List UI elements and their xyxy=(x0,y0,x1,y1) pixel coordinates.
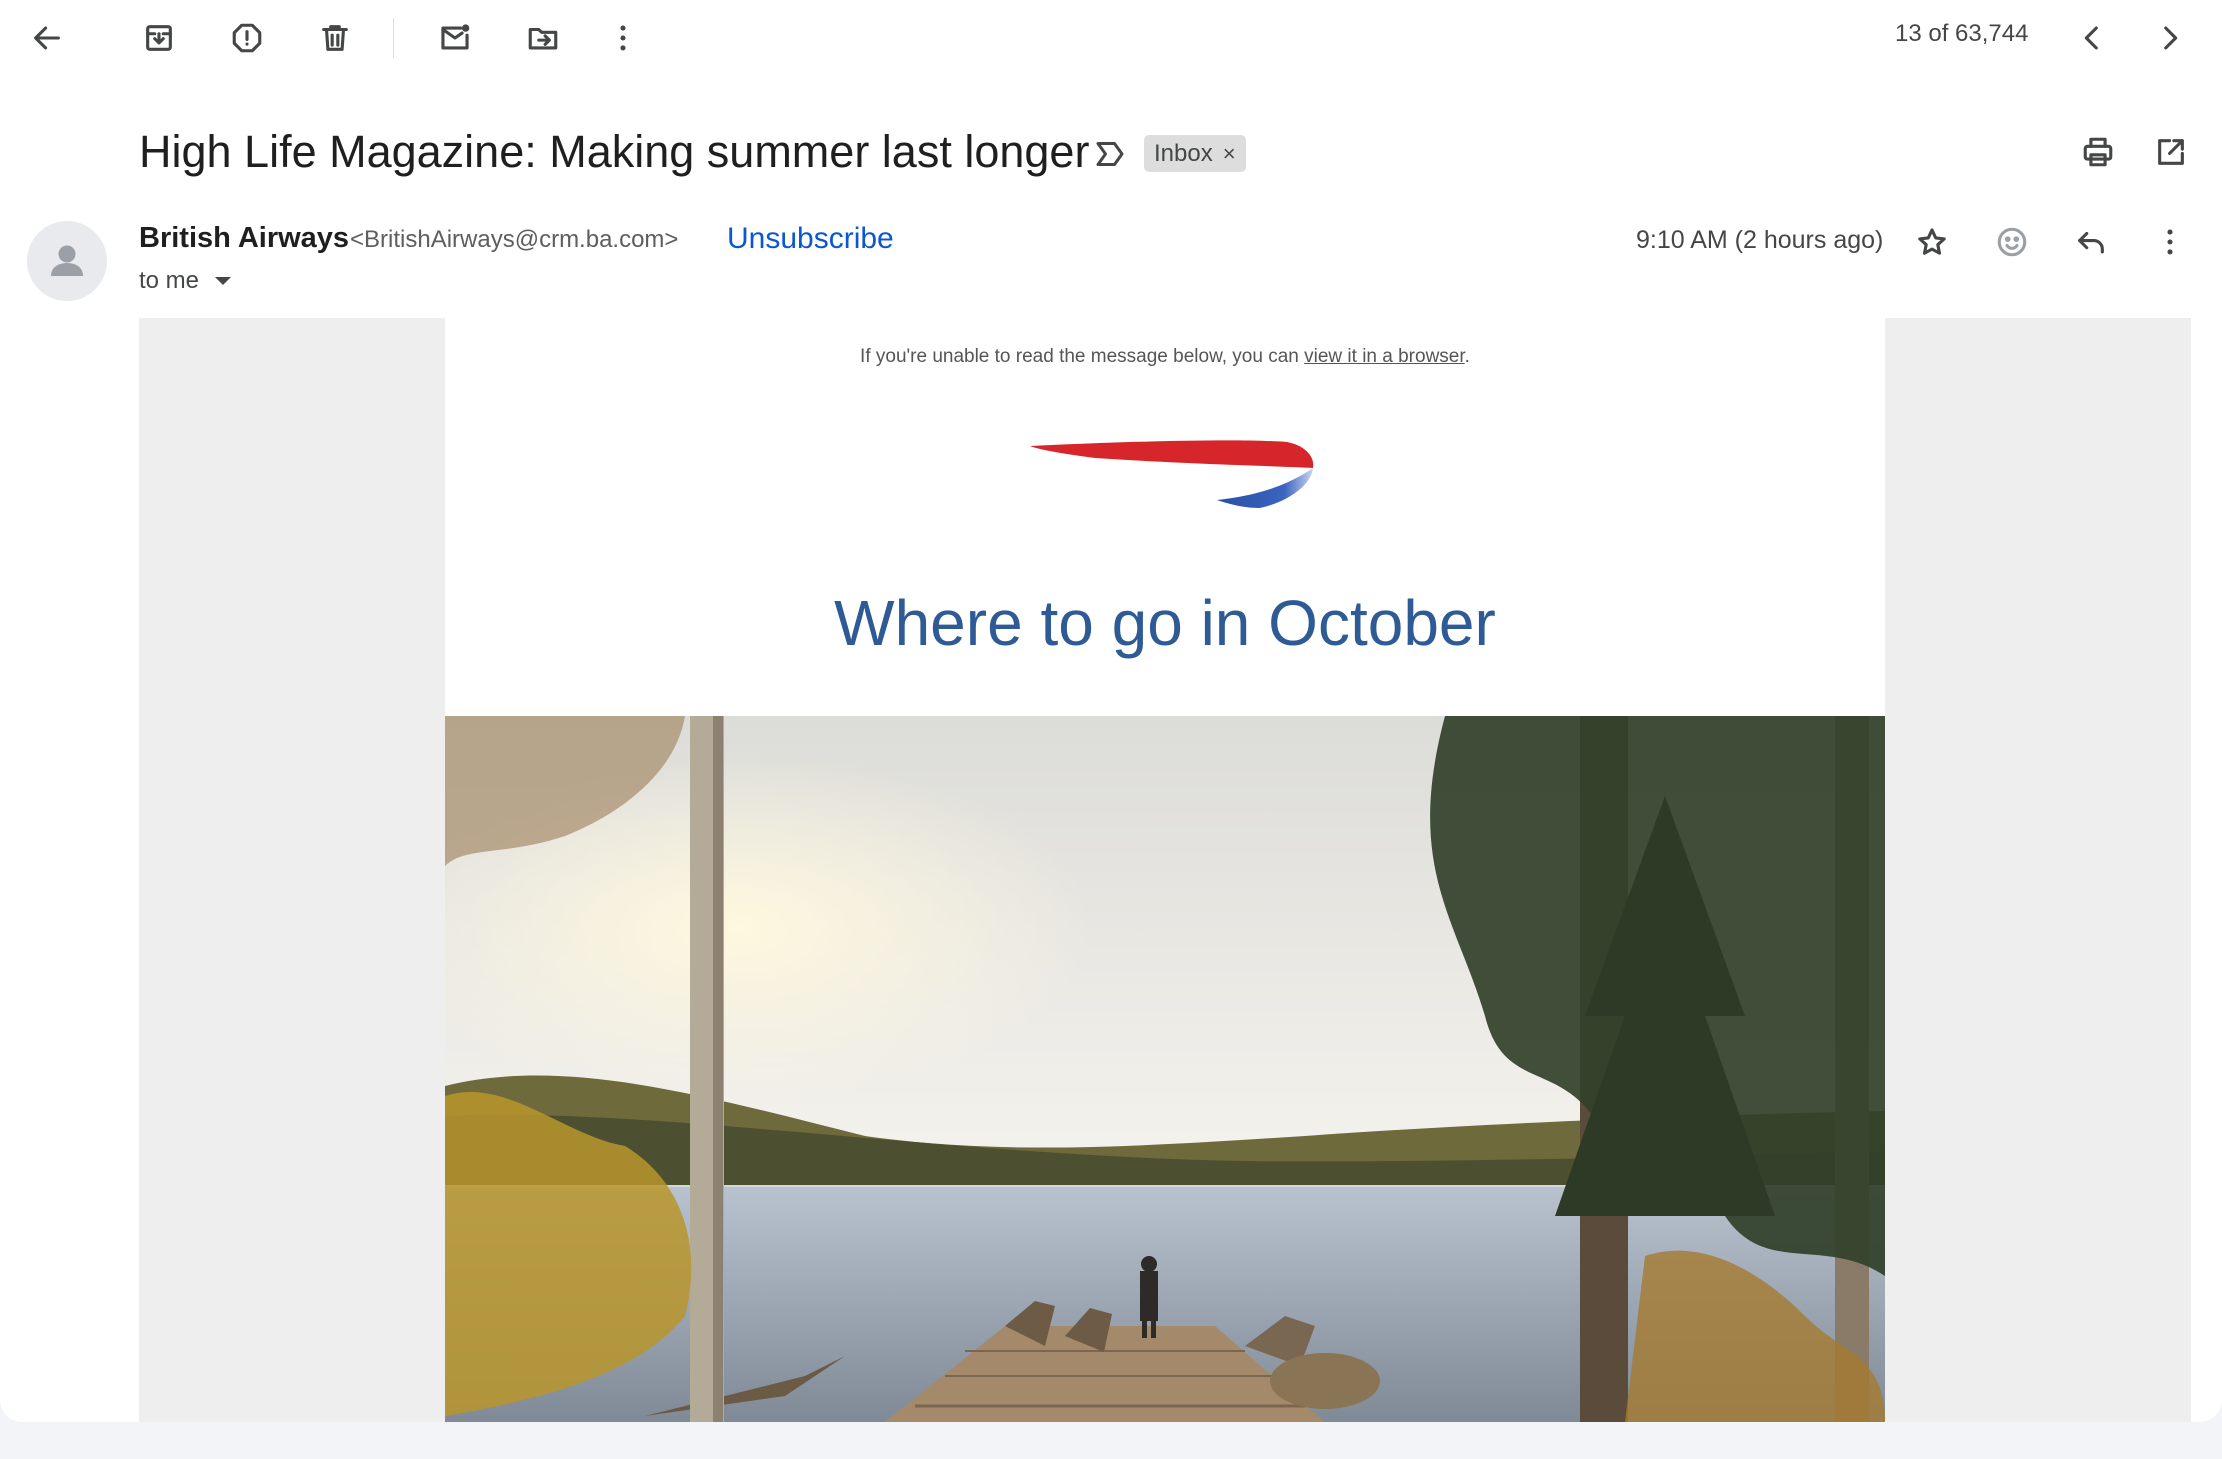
star-button[interactable] xyxy=(1904,214,1960,270)
reply-button[interactable] xyxy=(2063,214,2119,270)
move-to-icon xyxy=(528,27,558,50)
email-subject: High Life Magazine: Making summer last l… xyxy=(139,126,1090,177)
importance-icon xyxy=(1096,142,1124,166)
chevron-left-icon xyxy=(2084,26,2098,50)
report-spam-button[interactable] xyxy=(219,10,275,66)
unsubscribe-link[interactable]: Unsubscribe xyxy=(727,222,894,256)
preheader-end: . xyxy=(1464,346,1470,367)
mark-unread-icon xyxy=(441,24,470,50)
remove-label-icon[interactable]: × xyxy=(1223,141,1236,167)
sender-email: <BritishAirways@crm.ba.com> xyxy=(350,226,679,253)
message-more-button[interactable] xyxy=(2142,214,2198,270)
emoji-icon xyxy=(1997,227,2027,257)
report-spam-icon xyxy=(232,23,262,53)
open-in-new-icon xyxy=(2158,139,2184,165)
mark-unread-button[interactable] xyxy=(427,10,483,66)
more-vert-icon xyxy=(620,25,626,51)
chevron-right-icon xyxy=(2164,26,2178,50)
print-button[interactable] xyxy=(2070,124,2126,180)
inbox-label-chip[interactable]: Inbox × xyxy=(1144,135,1246,172)
archive-icon xyxy=(146,25,172,51)
view-in-browser-link[interactable]: view it in a browser xyxy=(1304,346,1465,367)
newer-button[interactable] xyxy=(2064,10,2120,66)
add-reaction-button[interactable] xyxy=(1984,214,2040,270)
message-time: 9:10 AM (2 hours ago) xyxy=(1636,226,1884,254)
reply-icon xyxy=(2078,231,2104,254)
british-airways-logo xyxy=(1030,440,1314,508)
hero-lake-photo xyxy=(445,716,1885,1422)
print-icon xyxy=(2083,137,2113,167)
more-vert-icon xyxy=(2167,229,2173,255)
archive-button[interactable] xyxy=(131,10,187,66)
importance-marker[interactable] xyxy=(1092,136,1128,177)
trash-icon xyxy=(322,25,348,51)
recipient-details-toggle[interactable]: to me xyxy=(139,267,232,295)
preheader-text: If you're unable to read the message bel… xyxy=(860,346,1305,367)
back-arrow-icon xyxy=(34,26,60,50)
email-view: 13 of 63,744 High Life Magazine: Making … xyxy=(0,0,2222,1422)
recipient-text: to me xyxy=(139,267,200,294)
more-options-button[interactable] xyxy=(595,10,651,66)
email-body: If you're unable to read the message bel… xyxy=(445,318,1885,1422)
older-button[interactable] xyxy=(2142,10,2198,66)
sender-name: British Airways xyxy=(139,222,350,254)
star-icon xyxy=(1918,228,1946,255)
open-in-new-window-button[interactable] xyxy=(2143,124,2199,180)
inbox-label-text: Inbox xyxy=(1154,139,1213,167)
toolbar-divider xyxy=(393,18,394,58)
preheader: If you're unable to read the message bel… xyxy=(445,346,1885,368)
person-icon xyxy=(51,245,83,276)
caret-down-icon xyxy=(215,277,232,285)
email-headline: Where to go in October xyxy=(834,587,1496,659)
move-to-button[interactable] xyxy=(515,10,571,66)
delete-button[interactable] xyxy=(307,10,363,66)
back-button[interactable] xyxy=(19,10,75,66)
pager-text: 13 of 63,744 xyxy=(1895,20,2029,47)
sender-avatar xyxy=(27,221,107,301)
